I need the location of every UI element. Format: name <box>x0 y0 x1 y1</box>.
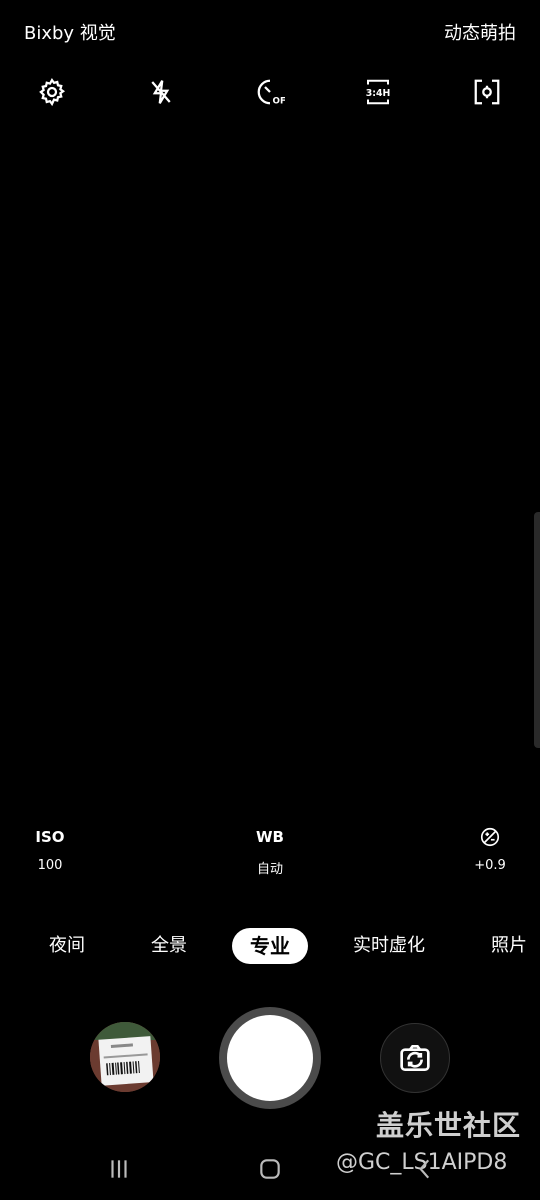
back-icon <box>419 1159 430 1179</box>
focus-mode-icon <box>474 79 500 105</box>
aspect-ratio-button[interactable]: 3:4H <box>358 72 398 112</box>
exposure-icon <box>440 826 540 848</box>
home-icon <box>260 1159 280 1179</box>
white-balance-control[interactable]: WB 自动 <box>220 826 320 877</box>
navigation-bar <box>0 1140 540 1200</box>
flash-off-icon <box>151 80 171 104</box>
ar-emoji-button[interactable]: 动态萌拍 <box>444 19 516 45</box>
exposure-control[interactable]: +0.9 <box>440 826 540 873</box>
switch-camera-button[interactable] <box>380 1023 450 1093</box>
iso-label: ISO <box>35 828 65 846</box>
recent-apps-button[interactable] <box>99 1152 139 1186</box>
mode-photo[interactable]: 照片 <box>491 928 527 964</box>
gear-icon <box>39 78 66 107</box>
camera-toolbar: OFF 3:4H <box>0 72 540 112</box>
timer-button[interactable]: OFF <box>250 72 290 112</box>
timer-off-icon: OFF <box>257 79 286 106</box>
camera-mode-selector: 夜间 全景 专业 实时虚化 照片 <box>0 928 540 964</box>
switch-camera-icon <box>400 1045 430 1071</box>
edge-panel-handle[interactable] <box>534 512 540 748</box>
mode-panorama[interactable]: 全景 <box>151 928 187 964</box>
focus-mode-button[interactable] <box>467 72 507 112</box>
recent-apps-icon <box>111 1160 127 1178</box>
aspect-ratio-3-4-icon: 3:4H <box>366 79 391 105</box>
flash-button[interactable] <box>141 72 181 112</box>
mode-night[interactable]: 夜间 <box>49 928 85 964</box>
mode-pro-active[interactable]: 专业 <box>232 928 308 964</box>
iso-value: 100 <box>37 858 63 873</box>
wb-value: 自动 <box>256 862 283 877</box>
watermark-community: 盖乐世社区 <box>376 1109 522 1142</box>
shutter-button[interactable] <box>227 1015 313 1101</box>
viewfinder[interactable] <box>0 130 540 810</box>
mode-live-focus[interactable]: 实时虚化 <box>353 928 425 964</box>
gallery-preview-image <box>90 1022 160 1092</box>
svg-text:OFF: OFF <box>273 96 286 106</box>
gallery-thumbnail[interactable] <box>90 1022 160 1092</box>
iso-control[interactable]: ISO 100 <box>0 826 100 873</box>
home-button[interactable] <box>250 1152 290 1186</box>
back-button[interactable] <box>405 1152 445 1186</box>
camera-screen: Bixby 视觉 动态萌拍 OFF 3:4H <box>0 0 540 1200</box>
bixby-vision-button[interactable]: Bixby 视觉 <box>24 19 116 45</box>
svg-text:3:4H: 3:4H <box>366 88 391 99</box>
wb-label: WB <box>256 828 284 846</box>
exposure-value: +0.9 <box>474 858 506 873</box>
settings-button[interactable] <box>32 72 72 112</box>
